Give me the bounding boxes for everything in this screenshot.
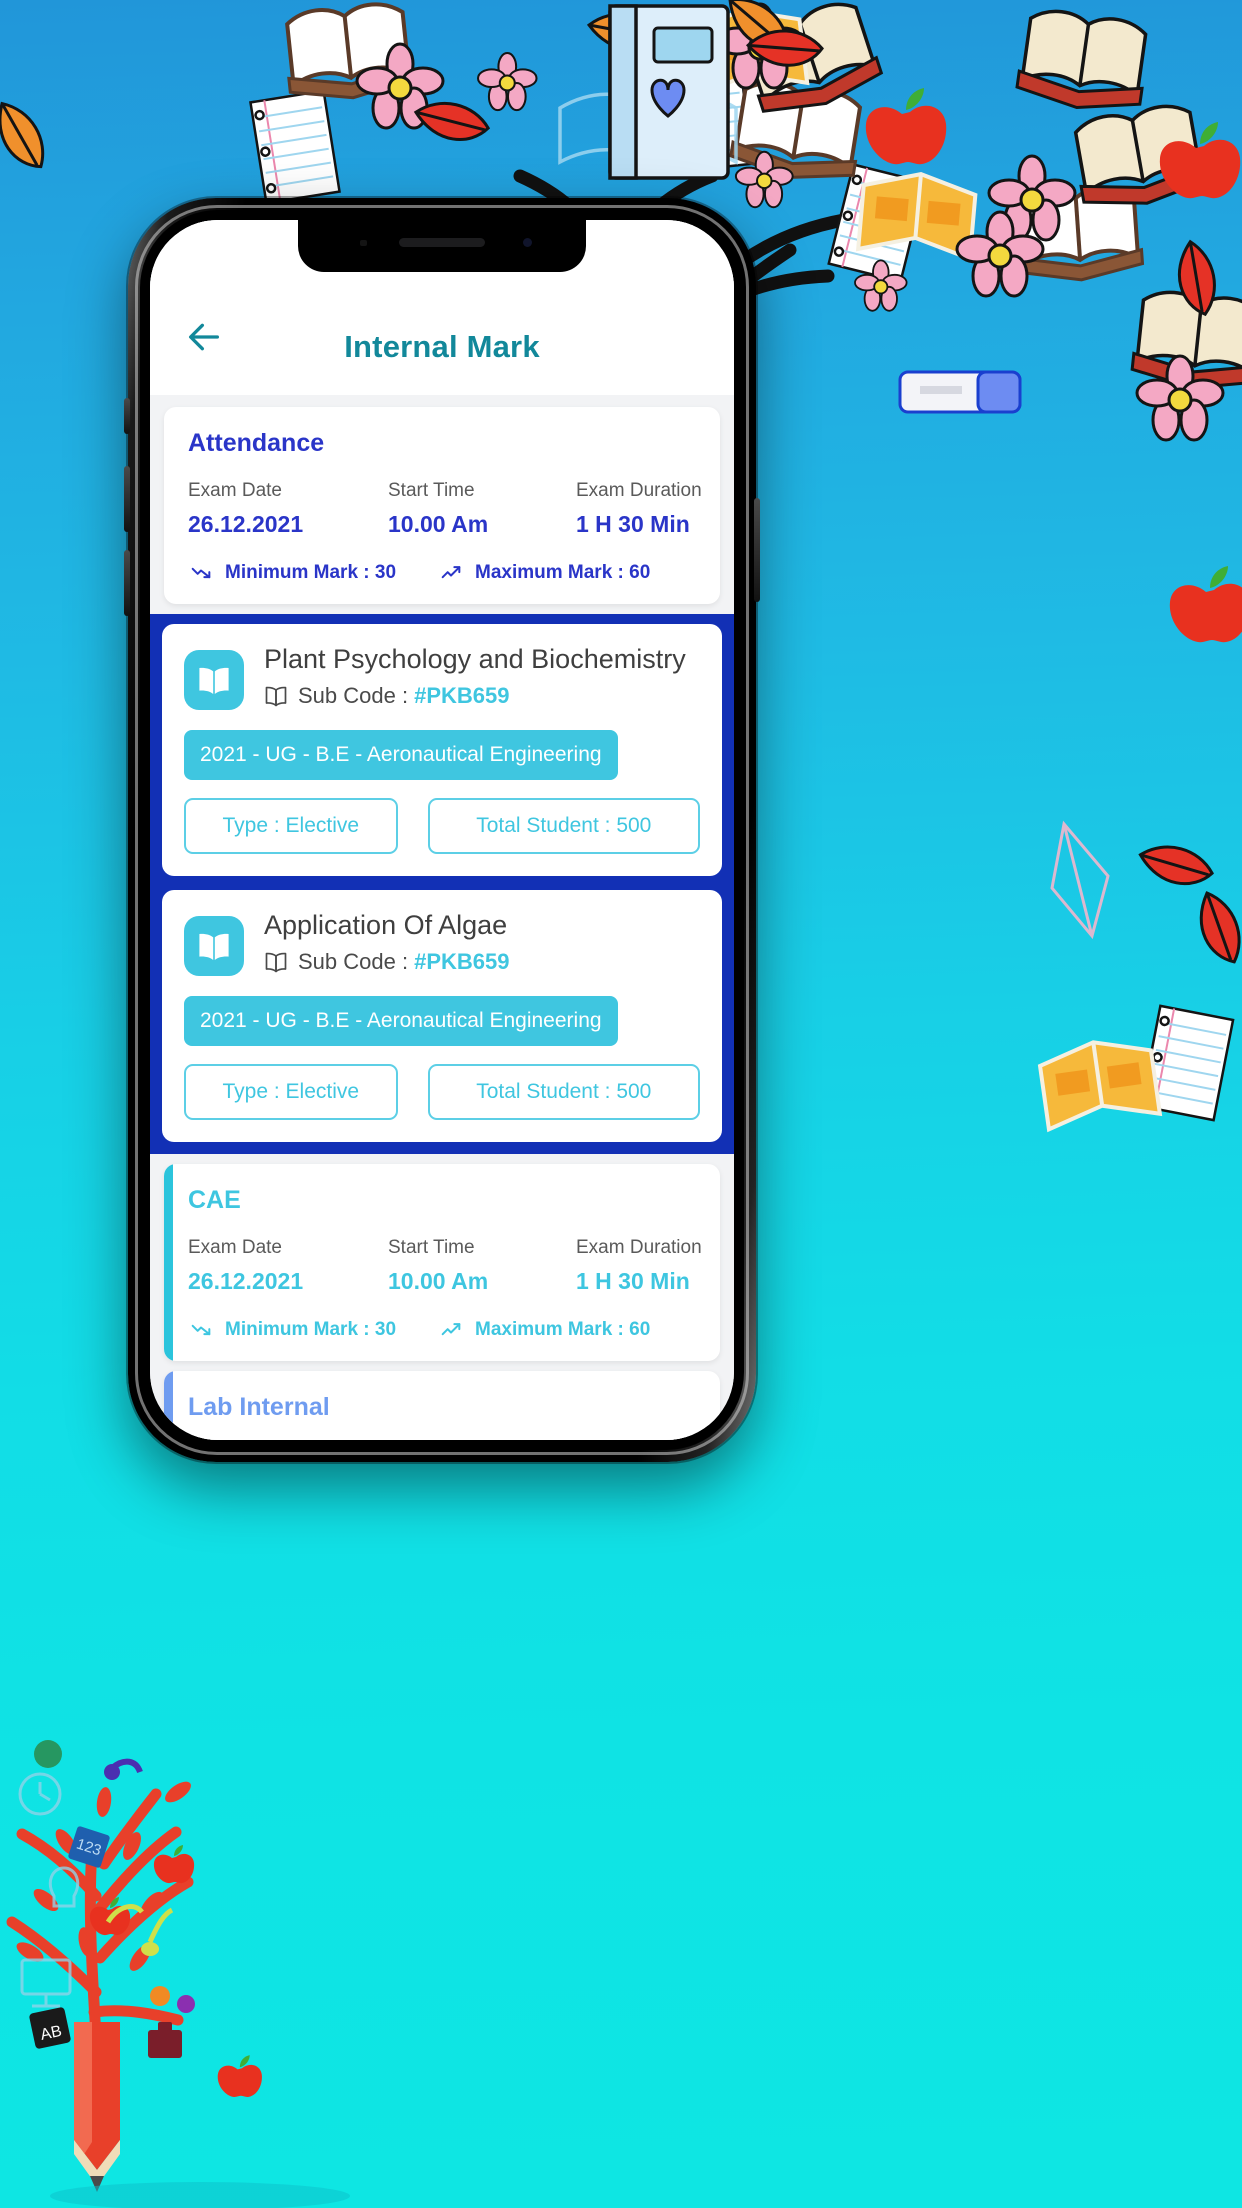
maximum-mark-text: Maximum Mark : 60	[475, 562, 651, 583]
card-accent-bar	[164, 1371, 173, 1440]
subject-pill-row: Type : Elective Total Student : 500	[184, 798, 700, 854]
meta-value-exam-date: 26.12.2021	[188, 511, 304, 537]
exam-card-cae[interactable]: CAE Exam Date 26.12.2021 Start Time 10.0…	[164, 1164, 720, 1361]
subject-name: Application Of Algae	[264, 910, 508, 940]
meta-label-exam-date: Exam Date	[188, 480, 282, 501]
trending-up-icon	[438, 563, 464, 583]
phone-silent-switch[interactable]	[124, 398, 130, 434]
minimum-mark-text: Minimum Mark : 30	[225, 1319, 397, 1340]
total-student-pill[interactable]: Total Student : 500	[427, 1064, 700, 1120]
section-title-lab-internal: Lab Internal	[188, 1393, 330, 1421]
subject-meta: Application Of Algae Sub Code : #PKB659	[264, 910, 700, 975]
subject-name: Plant Psychology and Biochemistry	[264, 644, 686, 674]
meta-exam-duration: Exam Duration 1 H 30 Min	[576, 1237, 702, 1295]
total-student-pill[interactable]: Total Student : 500	[427, 798, 700, 854]
meta-exam-duration: Exam Duration 1 H 30 Min	[576, 480, 702, 538]
marks-row: Minimum Mark : 30 Maximum Mark : 60	[188, 558, 696, 584]
course-chip: 2021 - UG - B.E - Aeronautical Engineeri…	[184, 996, 618, 1046]
book-outline-icon	[264, 951, 288, 973]
meta-value-start-time: 10.00 Am	[388, 511, 489, 537]
subject-header: Plant Psychology and Biochemistry Sub Co…	[184, 644, 700, 710]
phone-mockup: Internal Mark Attendance Exam Date 26.12…	[124, 198, 760, 1462]
trending-down-icon	[188, 1320, 214, 1340]
minimum-mark-text: Minimum Mark : 30	[225, 562, 397, 583]
phone-volume-down-button[interactable]	[124, 550, 130, 616]
sub-code-value: #PKB659	[414, 683, 510, 709]
maximum-mark-text: Maximum Mark : 60	[475, 1319, 651, 1340]
book-outline-icon	[264, 685, 288, 707]
section-title-attendance: Attendance	[188, 429, 325, 457]
meta-label-exam-duration: Exam Duration	[576, 1237, 702, 1258]
proximity-sensor-icon	[360, 240, 367, 246]
meta-start-time: Start Time 10.00 Am	[388, 1237, 576, 1295]
meta-exam-date: Exam Date 26.12.2021	[188, 480, 388, 538]
meta-value-start-time: 10.00 Am	[388, 1268, 489, 1294]
subject-type-pill[interactable]: Type : Elective	[184, 1064, 398, 1120]
subject-code-line: Sub Code : #PKB659	[264, 683, 700, 709]
card-accent-bar	[164, 1164, 173, 1361]
marks-row: Minimum Mark : 30 Maximum Mark : 60	[188, 1315, 696, 1341]
meta-value-exam-duration: 1 H 30 Min	[576, 1268, 690, 1294]
subject-header: Application Of Algae Sub Code : #PKB659	[184, 910, 700, 976]
exam-meta-row: Exam Date 26.12.2021 Start Time 10.00 Am…	[188, 1237, 702, 1295]
phone-power-button[interactable]	[754, 498, 760, 602]
exam-card-attendance[interactable]: Attendance Exam Date 26.12.2021 Start Ti…	[164, 407, 720, 604]
phone-screen: Internal Mark Attendance Exam Date 26.12…	[150, 220, 734, 1440]
page-title: Internal Mark	[344, 329, 540, 364]
meta-exam-date: Exam Date 26.12.2021	[188, 1237, 388, 1295]
maximum-mark: Maximum Mark : 60	[438, 1319, 650, 1341]
meta-label-exam-date: Exam Date	[188, 1237, 282, 1258]
trending-up-icon	[438, 1320, 464, 1340]
meta-label-exam-duration: Exam Duration	[576, 480, 702, 501]
arrow-left-icon	[189, 323, 219, 351]
maximum-mark: Maximum Mark : 60	[438, 562, 650, 584]
subject-meta: Plant Psychology and Biochemistry Sub Co…	[264, 644, 700, 709]
subject-card[interactable]: Plant Psychology and Biochemistry Sub Co…	[162, 624, 722, 876]
minimum-mark: Minimum Mark : 30	[188, 1319, 438, 1341]
app-root: Internal Mark Attendance Exam Date 26.12…	[150, 220, 734, 1440]
subject-type-pill[interactable]: Type : Elective	[184, 798, 398, 854]
earpiece-speaker-icon	[399, 238, 485, 247]
back-button[interactable]	[176, 309, 232, 365]
open-book-icon	[184, 916, 244, 976]
meta-label-start-time: Start Time	[388, 1237, 475, 1258]
subject-card[interactable]: Application Of Algae Sub Code : #PKB659 …	[162, 890, 722, 1142]
content-scroll-area[interactable]: Attendance Exam Date 26.12.2021 Start Ti…	[150, 395, 734, 1440]
trending-down-icon	[188, 563, 214, 583]
subject-code-line: Sub Code : #PKB659	[264, 949, 700, 975]
meta-start-time: Start Time 10.00 Am	[388, 480, 576, 538]
front-camera-icon	[523, 238, 532, 247]
section-title-cae: CAE	[188, 1186, 241, 1214]
subject-pill-row: Type : Elective Total Student : 500	[184, 1064, 700, 1120]
minimum-mark: Minimum Mark : 30	[188, 562, 438, 584]
open-book-icon	[184, 650, 244, 710]
sub-code-label: Sub Code :	[298, 949, 409, 975]
phone-notch	[298, 220, 586, 272]
meta-value-exam-duration: 1 H 30 Min	[576, 511, 690, 537]
sub-code-label: Sub Code :	[298, 683, 409, 709]
meta-value-exam-date: 26.12.2021	[188, 1268, 304, 1294]
meta-label-start-time: Start Time	[388, 480, 475, 501]
exam-meta-row: Exam Date 26.12.2021 Start Time 10.00 Am…	[188, 480, 702, 538]
phone-volume-up-button[interactable]	[124, 466, 130, 532]
sub-code-value: #PKB659	[414, 949, 510, 975]
svg-text:123: 123	[74, 1836, 103, 1860]
subject-list-band: Plant Psychology and Biochemistry Sub Co…	[150, 614, 734, 1154]
exam-card-lab-internal[interactable]: Lab Internal	[164, 1371, 720, 1440]
course-chip: 2021 - UG - B.E - Aeronautical Engineeri…	[184, 730, 618, 780]
svg-text:AB: AB	[39, 2023, 63, 2044]
